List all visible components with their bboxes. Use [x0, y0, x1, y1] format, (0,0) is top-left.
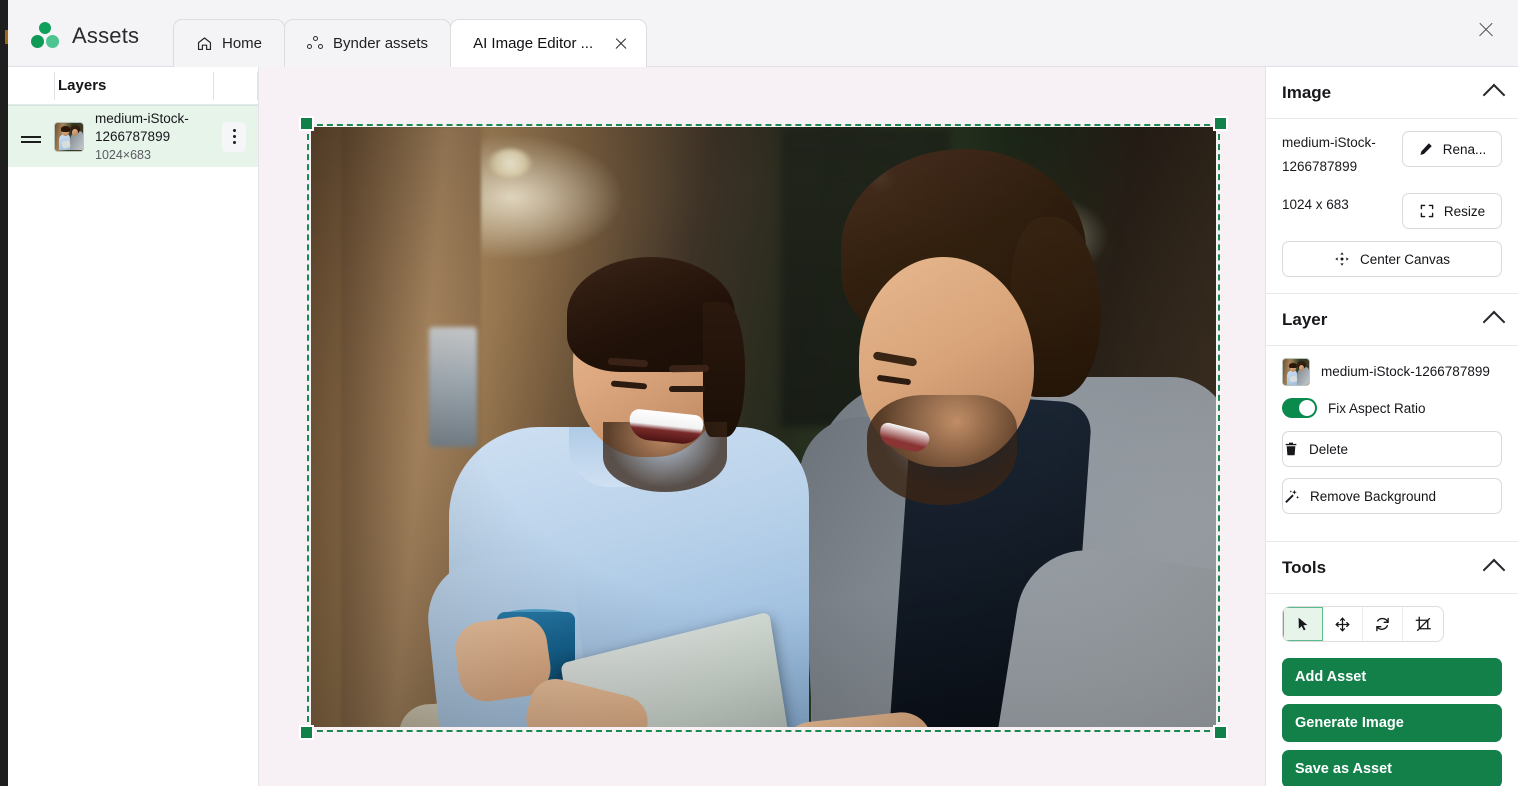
section-header-image[interactable]: Image — [1266, 67, 1518, 119]
resize-handle-bottom-left[interactable] — [299, 725, 314, 740]
delete-layer-button[interactable]: Delete — [1282, 431, 1502, 467]
selected-layer-item[interactable]: medium-iStock-1266787899 — [1282, 358, 1502, 386]
chevron-up-icon[interactable] — [1482, 310, 1506, 333]
layer-name: medium-iStock-1266787899 — [95, 110, 189, 144]
tab-home[interactable]: Home — [173, 19, 286, 67]
layer-thumbnail — [54, 121, 84, 152]
section-title-tools: Tools — [1282, 557, 1327, 577]
save-as-asset-button[interactable]: Save as Asset — [1282, 750, 1502, 786]
trash-icon — [1283, 441, 1299, 457]
fix-aspect-ratio-toggle[interactable] — [1282, 398, 1317, 418]
top-bar: Assets Home Bynder assets AI Image Edito… — [8, 0, 1518, 67]
layers-panel-header: Layers — [8, 67, 258, 105]
fix-aspect-ratio-label: Fix Aspect Ratio — [1328, 400, 1426, 416]
header-divider — [257, 72, 258, 100]
tab-home-label: Home — [222, 35, 263, 52]
delete-layer-label: Delete — [1309, 441, 1349, 457]
resize-button[interactable]: Resize — [1402, 193, 1502, 229]
generate-image-button[interactable]: Generate Image — [1282, 704, 1502, 742]
tool-rotate-button[interactable] — [1363, 607, 1403, 641]
resize-handle-bottom-right[interactable] — [1213, 725, 1228, 740]
fix-aspect-ratio-row[interactable]: Fix Aspect Ratio — [1282, 398, 1502, 418]
rename-button[interactable]: Rena... — [1402, 131, 1502, 167]
magic-wand-icon — [1283, 488, 1300, 505]
header-divider — [213, 72, 214, 100]
tool-button-group — [1282, 606, 1444, 642]
crop-icon — [1415, 616, 1431, 631]
image-filename: medium-iStock-1266787899 — [1282, 135, 1376, 174]
cursor-arrow-icon — [1298, 617, 1308, 631]
brand: Assets — [30, 22, 139, 50]
move-arrows-icon — [1335, 616, 1350, 632]
layer-dimensions: 1024×683 — [95, 147, 151, 162]
resize-handle-top-left[interactable] — [299, 116, 314, 131]
chevron-up-icon[interactable] — [1482, 558, 1506, 581]
section-header-tools[interactable]: Tools — [1266, 542, 1518, 594]
section-title-layer: Layer — [1282, 309, 1328, 329]
layer-info: medium-iStock-1266787899 1024×683 — [95, 110, 222, 164]
canvas-area[interactable] — [259, 67, 1265, 786]
resize-button-label: Resize — [1443, 203, 1486, 219]
layers-panel: Layers medium-iStock-1266787899 1024×683 — [8, 67, 259, 786]
brand-name: Assets — [72, 23, 140, 48]
image-dimensions: 1024 x 683 — [1282, 197, 1349, 212]
section-body-layer: medium-iStock-1266787899 Fix Aspect Rati… — [1266, 346, 1518, 542]
center-canvas-button[interactable]: Center Canvas — [1282, 241, 1502, 277]
drag-handle-icon[interactable] — [8, 135, 54, 138]
move-cross-icon — [1334, 251, 1350, 267]
selection-border — [307, 124, 1220, 732]
tab-close-icon[interactable] — [612, 35, 630, 53]
center-canvas-label: Center Canvas — [1359, 251, 1451, 267]
home-icon — [196, 35, 213, 52]
selected-layer-name: medium-iStock-1266787899 — [1321, 364, 1490, 379]
rename-button-label: Rena... — [1442, 141, 1487, 157]
kebab-menu-icon[interactable] — [222, 121, 246, 152]
app-window: Assets Home Bynder assets AI Image Edito… — [0, 0, 1518, 786]
expand-icon — [1419, 203, 1435, 219]
resize-handle-top-right[interactable] — [1213, 116, 1228, 131]
window-close-icon[interactable] — [1475, 19, 1497, 41]
rotate-icon — [1376, 617, 1389, 631]
tab-strip: Home Bynder assets AI Image Editor ... — [173, 19, 648, 67]
tool-select-button[interactable] — [1283, 607, 1323, 641]
chevron-up-icon[interactable] — [1482, 83, 1506, 106]
canvas-selection[interactable] — [299, 116, 1228, 740]
three-dots-logo-icon — [30, 22, 60, 50]
pencil-icon — [1418, 141, 1434, 157]
window-left-edge — [0, 0, 8, 786]
properties-panel: Image medium-iStock-1266787899 Rena... 1… — [1265, 67, 1518, 786]
header-divider — [54, 72, 55, 100]
section-title-image: Image — [1282, 82, 1332, 102]
layers-title: Layers — [58, 77, 107, 94]
tab-bynder-assets-label: Bynder assets — [333, 35, 429, 52]
tab-ai-image-editor-label: AI Image Editor ... — [473, 35, 594, 52]
layer-list-item[interactable]: medium-iStock-1266787899 1024×683 — [8, 105, 258, 167]
remove-background-button[interactable]: Remove Background — [1282, 478, 1502, 514]
tool-move-button[interactable] — [1323, 607, 1363, 641]
add-asset-button[interactable]: Add Asset — [1282, 658, 1502, 696]
tool-crop-button[interactable] — [1403, 607, 1443, 641]
tab-ai-image-editor[interactable]: AI Image Editor ... — [450, 19, 648, 67]
section-body-image: medium-iStock-1266787899 Rena... 1024 x … — [1266, 119, 1518, 294]
bynder-dots-icon — [307, 36, 324, 51]
remove-background-label: Remove Background — [1310, 488, 1437, 504]
section-header-layer[interactable]: Layer — [1266, 294, 1518, 346]
section-body-tools: Add Asset Generate Image Save as Asset — [1266, 594, 1518, 786]
layer-thumbnail — [1282, 358, 1310, 386]
tab-bynder-assets[interactable]: Bynder assets — [284, 19, 452, 67]
